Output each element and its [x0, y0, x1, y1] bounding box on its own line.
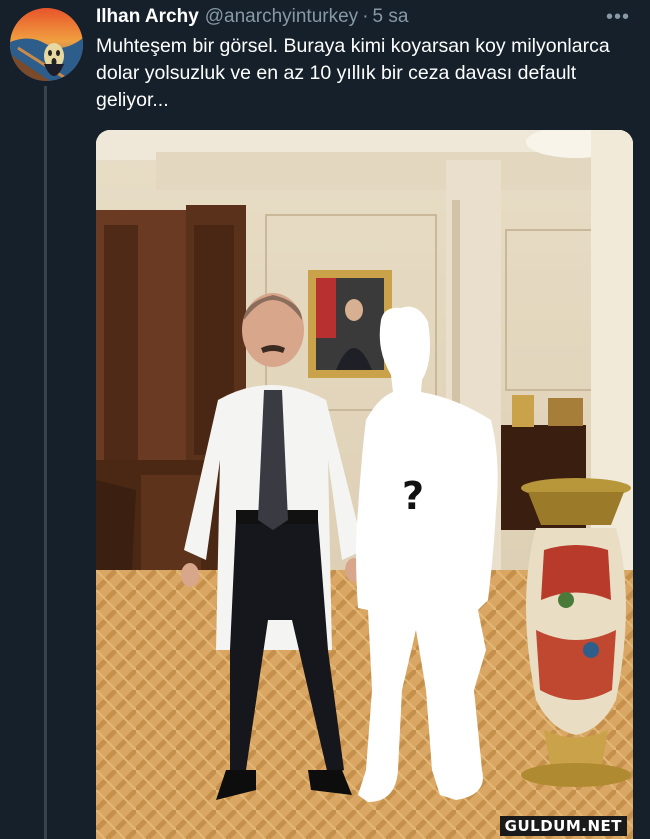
thread-line [44, 86, 47, 839]
timestamp[interactable]: 5 sa [373, 6, 409, 28]
separator-dot: · [362, 6, 369, 27]
watermark: GULDUM.NET [499, 816, 627, 836]
tweet-header: Ilhan Archy @anarchyinturkey · 5 sa [96, 6, 632, 30]
avatar[interactable] [10, 8, 83, 81]
display-name[interactable]: Ilhan Archy [96, 6, 199, 28]
user-handle[interactable]: @anarchyinturkey [205, 6, 358, 28]
tweet-photo[interactable]: ? GULDUM.NET [96, 130, 633, 839]
tweet-text: Muhteşem bir görsel. Buraya kimi koyarsa… [96, 35, 610, 111]
question-mark: ? [402, 474, 425, 518]
more-horizontal-icon[interactable]: ••• [606, 6, 630, 29]
